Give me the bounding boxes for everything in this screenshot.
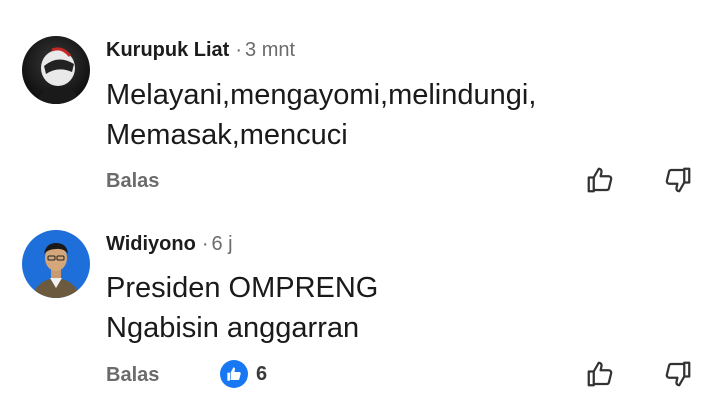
comment-line: Ngabisin anggarran — [106, 312, 360, 344]
thumbs-up-icon[interactable] — [584, 164, 616, 196]
reply-button[interactable]: Balas — [106, 169, 159, 193]
avatar[interactable] — [22, 230, 90, 298]
reply-button[interactable]: Balas — [106, 363, 159, 387]
comment-item: Widiyono · 6 j Presiden OMPRENG Ngabisin a… — [0, 208, 720, 402]
separator-dot: · — [201, 233, 209, 255]
comment-line: Melayani,mengayomi,melindungi, — [106, 79, 537, 111]
separator-dot: · — [235, 39, 243, 61]
thumbs-down-icon[interactable] — [662, 164, 694, 196]
comment-header: Widiyono · 6 j — [106, 232, 233, 256]
helmet-avatar-icon — [22, 36, 90, 104]
person-avatar-icon — [22, 230, 90, 298]
author-name[interactable]: Widiyono — [106, 233, 196, 255]
thumbs-down-icon[interactable] — [662, 358, 694, 390]
thumbs-up-icon[interactable] — [584, 358, 616, 390]
comment-text: Melayani,mengayomi,melindungi, Memasak,m… — [106, 75, 536, 155]
comment-line: Presiden OMPRENG — [106, 272, 379, 304]
avatar[interactable] — [22, 36, 90, 104]
comment-text: Presiden OMPRENG Ngabisin anggarran — [106, 268, 378, 348]
comment-item: Kurupuk Liat · 3 mnt Melayani,mengayomi,me… — [0, 0, 720, 208]
reaction-summary[interactable]: 6 — [220, 360, 267, 388]
timestamp: 3 mnt — [245, 39, 296, 61]
comment-header: Kurupuk Liat · 3 mnt — [106, 38, 295, 62]
like-count: 6 — [256, 362, 268, 385]
like-reaction-icon — [220, 360, 248, 388]
timestamp: 6 j — [211, 233, 233, 255]
author-name[interactable]: Kurupuk Liat — [106, 39, 229, 61]
comment-line: Memasak,mencuci — [106, 119, 348, 151]
